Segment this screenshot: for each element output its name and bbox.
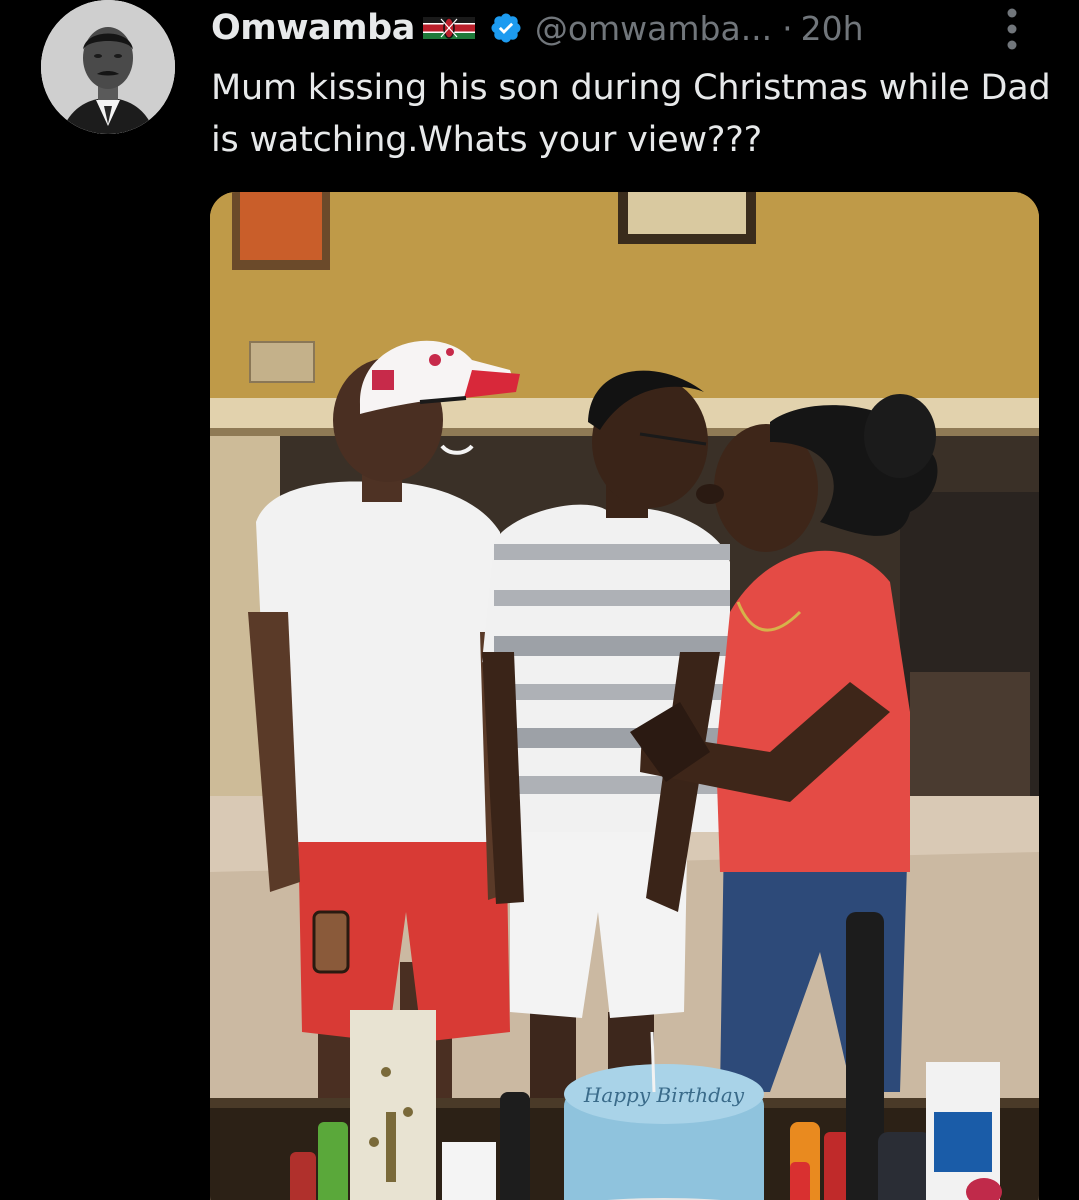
separator-dot: · xyxy=(782,8,793,48)
cake-text: Happy Birthday xyxy=(583,1083,745,1107)
tweet-timestamp[interactable]: 20h xyxy=(801,9,864,48)
tweet[interactable]: Omwamba @omwamba... · 20h Mum kissing hi… xyxy=(0,0,1079,1200)
avatar[interactable] xyxy=(41,0,175,134)
more-vertical-icon[interactable] xyxy=(1000,6,1024,52)
author-handle[interactable]: @omwamba... xyxy=(535,9,772,48)
verified-badge-icon xyxy=(489,11,523,45)
display-name[interactable]: Omwamba xyxy=(211,8,415,48)
tweet-header: Omwamba @omwamba... · 20h xyxy=(211,2,864,54)
photo-illustration: Happy Birthday xyxy=(210,192,1039,1200)
avatar-portrait xyxy=(41,0,175,134)
kenya-flag-icon xyxy=(422,17,475,39)
tweet-photo[interactable]: Happy Birthday xyxy=(210,192,1039,1200)
tweet-text: Mum kissing his son during Christmas whi… xyxy=(211,68,1051,160)
